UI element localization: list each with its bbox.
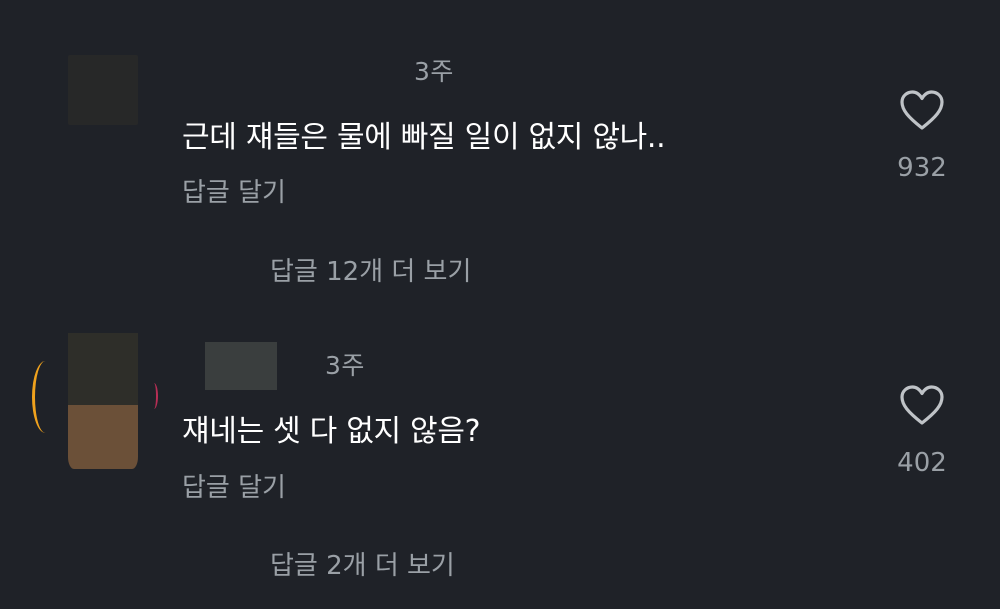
comment-text: 근데 쟤들은 물에 빠질 일이 없지 않나.. bbox=[182, 120, 666, 155]
story-ring-accent bbox=[150, 383, 158, 409]
like-button[interactable] bbox=[898, 383, 946, 427]
like-count: 402 bbox=[897, 448, 947, 478]
like-button[interactable] bbox=[898, 88, 946, 132]
heart-outline-icon bbox=[900, 385, 944, 425]
like-count: 932 bbox=[897, 153, 947, 183]
username-redacted[interactable] bbox=[205, 342, 277, 390]
comment-text: 쟤네는 셋 다 없지 않음? bbox=[182, 414, 481, 449]
avatar-image-top bbox=[68, 333, 138, 405]
comment-time: 3주 bbox=[325, 351, 365, 380]
heart-outline-icon bbox=[900, 90, 944, 130]
reply-button[interactable]: 답글 달기 bbox=[182, 172, 286, 209]
avatar[interactable] bbox=[68, 55, 138, 125]
story-ring bbox=[32, 361, 59, 433]
avatar-image-bottom bbox=[68, 405, 138, 469]
view-replies-button[interactable]: 답글 2개 더 보기 bbox=[270, 545, 455, 582]
comments-screen: 3주 근데 쟤들은 물에 빠질 일이 없지 않나.. 답글 달기 932 답글 … bbox=[0, 0, 1000, 609]
avatar[interactable] bbox=[30, 325, 162, 475]
reply-button[interactable]: 답글 달기 bbox=[182, 467, 286, 504]
view-replies-button[interactable]: 답글 12개 더 보기 bbox=[270, 251, 471, 288]
comment-time: 3주 bbox=[414, 57, 454, 86]
